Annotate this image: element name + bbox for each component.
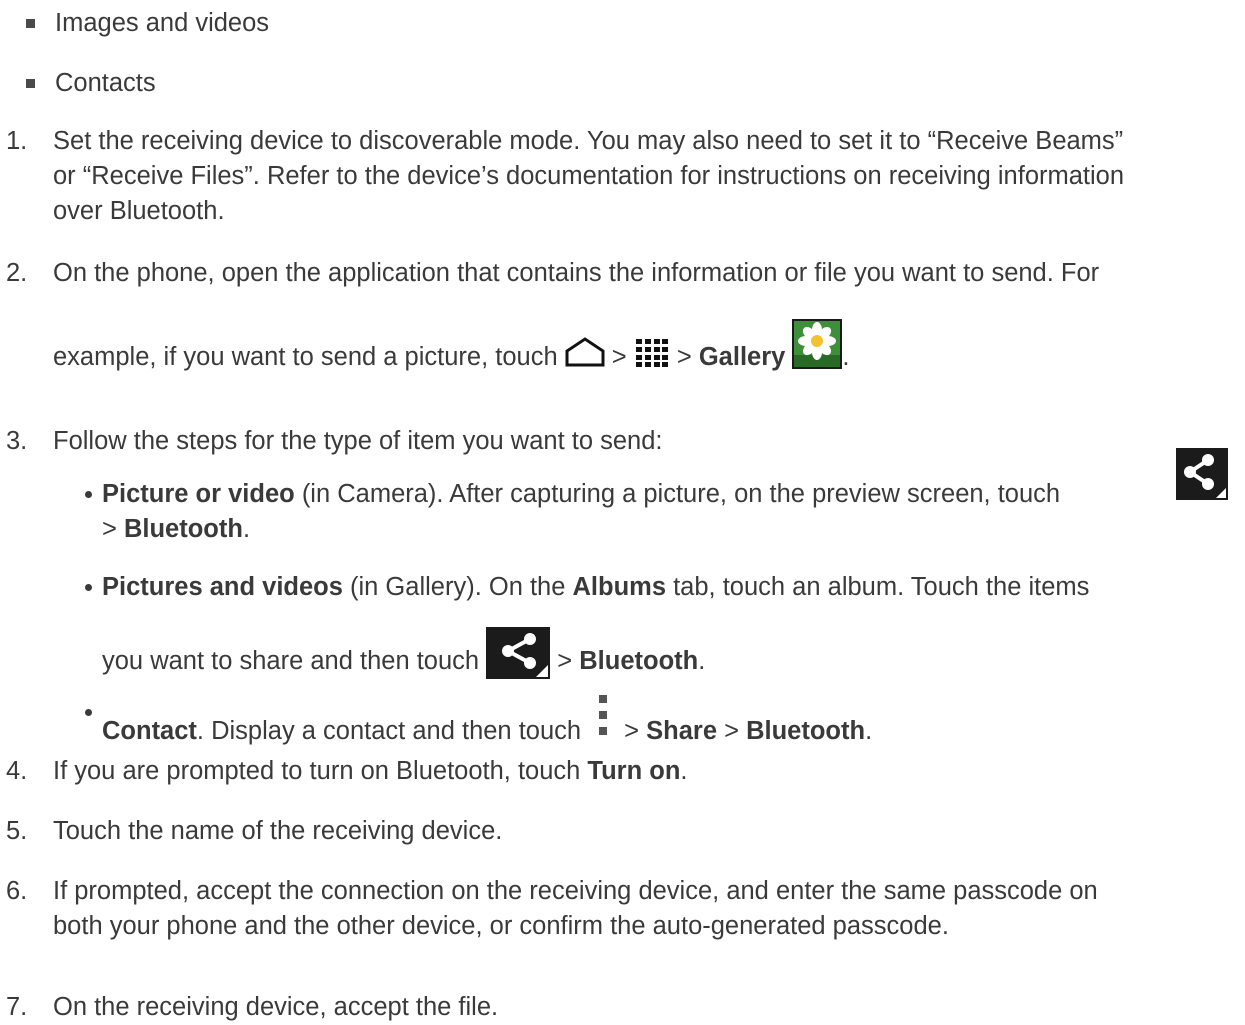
sub-line: Picture or video (in Camera). After capt… — [102, 476, 1239, 512]
sub-item-title: Contact — [102, 717, 197, 745]
sub-item-title: Pictures and videos — [102, 573, 343, 601]
step-line: If you are prompted to turn on Bluetooth… — [53, 753, 1239, 789]
bluetooth-label: Bluetooth — [123, 515, 243, 543]
share-icon — [1176, 448, 1228, 500]
bullet-text: Contacts — [55, 69, 156, 97]
bullet-square — [26, 19, 35, 28]
sub-item-contact: Contact. Display a contact and then touc… — [0, 693, 1245, 745]
sub-line: Pictures and videos (in Gallery). On the… — [102, 569, 1239, 605]
sub-line: > Bluetooth. — [102, 511, 1239, 547]
sub-item-text: tab, touch an album. Touch the items — [666, 573, 1090, 601]
turn-on-label: Turn on — [587, 757, 681, 785]
step-line-icons: example, if you want to send a picture, … — [53, 319, 1239, 375]
separator: > — [669, 343, 699, 371]
sub-line: you want to share and then touch > Bluet… — [102, 627, 1239, 679]
bullet-square — [26, 79, 35, 88]
period: . — [865, 717, 873, 745]
period: . — [242, 515, 251, 543]
step-line: or “Receive Files”. Refer to the device’… — [53, 162, 1125, 190]
bullet-item-contacts: Contacts — [55, 65, 156, 101]
step-line: Touch the name of the receiving device. — [53, 817, 503, 845]
sub-item-text: (in Camera). After capturing a picture, … — [294, 480, 1061, 508]
share-label: Share — [646, 717, 718, 745]
step-1: 1. Set the receiving device to discovera… — [0, 123, 1245, 233]
step-line: Set the receiving device to discoverable… — [53, 127, 1124, 155]
separator: > — [102, 515, 124, 543]
bluetooth-label: Bluetooth — [746, 717, 866, 745]
period: . — [842, 343, 850, 371]
sub-item-text: . Display a contact and then touch — [196, 717, 589, 745]
step-4: 4. If you are prompted to turn on Blueto… — [0, 753, 1245, 793]
step-number: 3. — [6, 427, 28, 455]
period: . — [680, 757, 688, 785]
apps-grid-icon — [635, 339, 668, 367]
step-5: 5. Touch the name of the receiving devic… — [0, 813, 1245, 853]
step-number: 7. — [6, 993, 28, 1021]
share-icon — [486, 627, 551, 679]
separator: > — [604, 343, 634, 371]
albums-label: Albums — [572, 573, 667, 601]
step-text: If you are prompted to turn on Bluetooth… — [53, 757, 588, 785]
step-line: both your phone and the other device, or… — [53, 912, 949, 940]
sub-item-picture-or-video: Picture or video (in Camera). After capt… — [0, 476, 1245, 556]
bullet-item-images: Images and videos — [55, 5, 269, 41]
sub-item-text: you want to share and then touch — [102, 647, 487, 675]
sub-item-title: Picture or video — [102, 480, 295, 508]
step-number: 2. — [6, 259, 28, 287]
step-number: 4. — [6, 757, 28, 785]
sub-item-pictures-and-videos: Pictures and videos (in Gallery). On the… — [0, 569, 1245, 679]
sub-item-text: (in Gallery). On the — [342, 573, 573, 601]
step-text: example, if you want to send a picture, … — [53, 343, 565, 371]
bluetooth-label: Bluetooth — [579, 647, 699, 675]
separator: > — [550, 647, 580, 675]
separator: > — [624, 717, 647, 745]
step-line: over Bluetooth. — [53, 197, 225, 225]
step-line: If prompted, accept the connection on th… — [53, 877, 1098, 905]
overflow-menu-icon — [599, 695, 608, 735]
bullet-text: Images and videos — [55, 9, 270, 37]
gallery-label: Gallery — [698, 343, 786, 371]
step-line: On the receiving device, accept the file… — [53, 993, 499, 1021]
gallery-icon — [792, 319, 843, 369]
step-7: 7. On the receiving device, accept the f… — [0, 989, 1245, 1025]
step-6: 6. If prompted, accept the connection on… — [0, 873, 1245, 948]
separator: > — [717, 717, 747, 745]
step-number: 1. — [6, 127, 28, 155]
home-icon — [565, 337, 605, 367]
step-number: 6. — [6, 877, 28, 905]
step-line: On the phone, open the application that … — [53, 259, 1100, 287]
period: . — [698, 647, 706, 675]
step-3: 3. Follow the steps for the type of item… — [0, 423, 1245, 463]
sub-line: Contact. Display a contact and then touc… — [102, 693, 1239, 749]
step-number: 5. — [6, 817, 28, 845]
step-2: 2. On the phone, open the application th… — [0, 255, 1245, 385]
step-line: Follow the steps for the type of item yo… — [53, 427, 663, 455]
